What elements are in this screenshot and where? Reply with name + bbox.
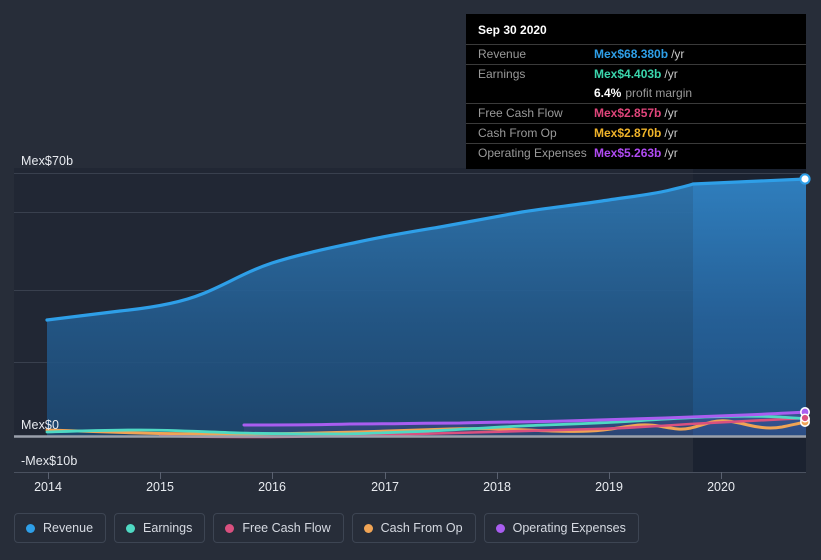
legend-label-earnings: Earnings [143, 521, 193, 535]
legend-item-earnings[interactable]: Earnings [114, 513, 206, 543]
y-axis-label-0: Mex$0 [21, 418, 60, 432]
tooltip-suffix-revenue: /yr [671, 47, 685, 61]
revenue-endpoint-marker [799, 173, 811, 185]
tooltip-value-revenue: Mex$68.380b [594, 47, 669, 61]
legend-label-cash-from-op: Cash From Op [380, 521, 463, 535]
legend-dot-cash-from-op-icon [363, 523, 373, 533]
x-axis-label-2020: 2020 [707, 480, 735, 494]
tooltip-row-revenue: Revenue Mex$68.380b /yr [466, 44, 806, 64]
legend-dot-earnings-icon [126, 523, 136, 533]
legend-item-revenue[interactable]: Revenue [14, 513, 107, 543]
tooltip-key-cash-from-op: Cash From Op [478, 126, 557, 140]
tooltip-key-revenue: Revenue [478, 47, 527, 61]
legend-label-free-cash-flow: Free Cash Flow [242, 521, 331, 535]
tooltip-value-operating-expenses: Mex$5.263b [594, 146, 662, 160]
legend-item-operating-expenses[interactable]: Operating Expenses [483, 513, 639, 543]
x-axis-label-2019: 2019 [595, 480, 623, 494]
legend-label-revenue: Revenue [43, 521, 94, 535]
legend-item-cash-from-op[interactable]: Cash From Op [351, 513, 476, 543]
chart-page: Mex$70b Mex$0 -Mex$10b 2014 2015 2016 20… [0, 0, 821, 560]
tooltip-profit-margin-value: 6.4% [594, 86, 622, 100]
tooltip-row-operating-expenses: Operating Expenses Mex$5.263b /yr [466, 143, 806, 163]
tooltip-key-earnings: Earnings [478, 67, 526, 81]
chart-legend: Revenue Earnings Free Cash Flow Cash Fro… [14, 513, 639, 543]
tooltip-value-cash-from-op: Mex$2.870b [594, 126, 662, 140]
legend-item-free-cash-flow[interactable]: Free Cash Flow [213, 513, 344, 543]
tooltip-date: Sep 30 2020 [478, 23, 547, 37]
revenue-area-highlight [693, 179, 806, 436]
tooltip-row-free-cash-flow: Free Cash Flow Mex$2.857b /yr [466, 103, 806, 123]
legend-dot-free-cash-flow-icon [225, 523, 235, 533]
tooltip-suffix-earnings: /yr [664, 67, 678, 81]
tooltip-value-earnings: Mex$4.403b [594, 67, 662, 81]
tooltip-row-profit-margin: 6.4% profit margin [466, 84, 806, 103]
tooltip-row-earnings: Earnings Mex$4.403b /yr [466, 64, 806, 84]
x-axis-label-2015: 2015 [146, 480, 174, 494]
tooltip-suffix-cash-from-op: /yr [664, 126, 678, 140]
x-axis-label-2018: 2018 [483, 480, 511, 494]
y-axis-label-70b: Mex$70b [21, 154, 74, 168]
x-axis-label-2017: 2017 [371, 480, 399, 494]
legend-label-operating-expenses: Operating Expenses [512, 521, 626, 535]
tooltip-row-cash-from-op: Cash From Op Mex$2.870b /yr [466, 123, 806, 143]
tooltip-key-operating-expenses: Operating Expenses [478, 146, 587, 160]
x-axis-label-2016: 2016 [258, 480, 286, 494]
y-axis-label-minus10b: -Mex$10b [21, 454, 78, 468]
tooltip-profit-margin-label: profit margin [625, 86, 693, 100]
legend-dot-revenue-icon [26, 523, 35, 533]
tooltip-suffix-free-cash-flow: /yr [664, 106, 678, 120]
tooltip-key-free-cash-flow: Free Cash Flow [478, 106, 563, 120]
free-cash-flow-endpoint-marker [800, 413, 810, 423]
legend-dot-operating-expenses-icon [495, 523, 505, 533]
chart-tooltip: Sep 30 2020 Revenue Mex$68.380b /yr Earn… [466, 14, 806, 169]
tooltip-value-free-cash-flow: Mex$2.857b [594, 106, 662, 120]
tooltip-suffix-operating-expenses: /yr [664, 146, 678, 160]
x-axis-label-2014: 2014 [34, 480, 62, 494]
